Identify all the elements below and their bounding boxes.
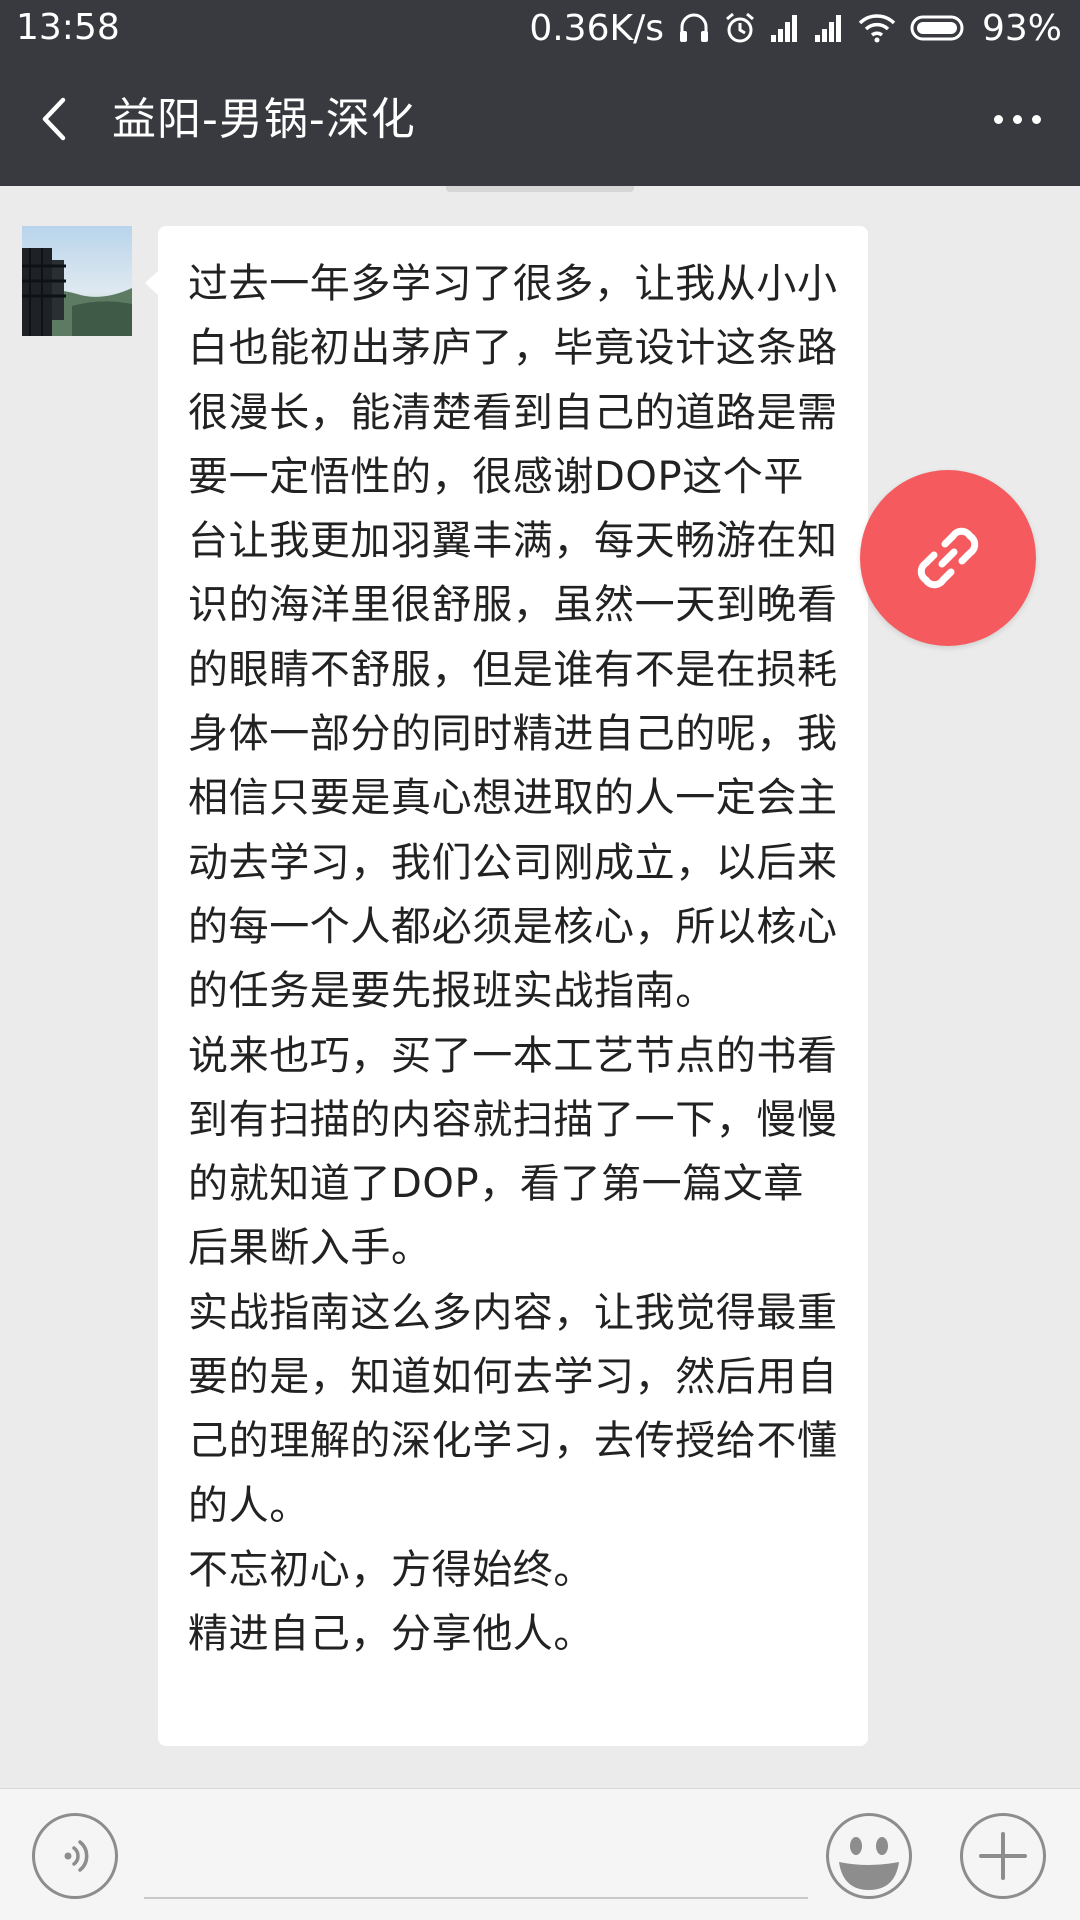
status-bar: 13:58 0.36K/s 93%: [0, 0, 1080, 56]
message-paragraph: 过去一年多学习了很多，让我从小小白也能初出茅庐了，毕竟设计这条路很漫长，能清楚看…: [188, 261, 838, 1015]
voice-icon: [64, 1840, 89, 1872]
chat-title: 益阳-男锅-深化: [112, 94, 416, 145]
headset-icon: [678, 11, 710, 45]
status-icons: 0.36K/s 93%: [529, 6, 1062, 50]
battery-icon: [910, 14, 968, 42]
more-dots-icon: [1031, 114, 1041, 124]
emoji-icon: [839, 1837, 899, 1890]
signal-icon: [770, 13, 800, 43]
title-bar: 益阳-男锅-深化: [0, 56, 1080, 186]
input-bar: [0, 1788, 1080, 1920]
link-icon: [917, 527, 979, 589]
avatar[interactable]: [22, 226, 132, 336]
more-options-button[interactable]: [984, 94, 1050, 144]
bubble-tail: [145, 270, 159, 296]
more-dots-icon: [1012, 114, 1022, 124]
more-dots-icon: [993, 114, 1003, 124]
message-paragraph: 说来也巧，买了一本工艺节点的书看到有扫描的内容就扫描了一下，慢慢的就知道了DOP…: [188, 1032, 838, 1272]
signal-icon: [814, 13, 844, 43]
wifi-icon: [858, 13, 896, 43]
message-input[interactable]: [144, 1819, 808, 1899]
emoji-button[interactable]: [826, 1813, 912, 1899]
alarm-icon: [724, 11, 756, 45]
chat-screen: 13:58 0.36K/s 93% 益阳-男锅-深化 过去一年多学习了很多，让我…: [0, 0, 1080, 1920]
message-paragraph: 不忘初心，方得始终。: [188, 1546, 594, 1593]
message-paragraph: 精进自己，分享他人。: [188, 1611, 594, 1658]
plus-icon: [979, 1832, 1027, 1880]
back-button[interactable]: [22, 86, 88, 152]
floating-link-button[interactable]: [860, 470, 1036, 646]
plus-button[interactable]: [960, 1813, 1046, 1899]
message-bubble[interactable]: 过去一年多学习了很多，让我从小小白也能初出茅庐了，毕竟设计这条路很漫长，能清楚看…: [158, 226, 868, 1746]
chevron-left-icon: [42, 97, 66, 141]
battery-percent: 93%: [981, 7, 1062, 49]
status-time: 13:58: [16, 7, 120, 48]
scroll-indicator: [446, 186, 634, 192]
network-speed: 0.36K/s: [529, 7, 664, 49]
message-paragraph: 实战指南这么多内容，让我觉得最重要的是，知道如何去学习，然后用自己的理解的深化学…: [188, 1289, 838, 1529]
voice-button[interactable]: [32, 1813, 118, 1899]
